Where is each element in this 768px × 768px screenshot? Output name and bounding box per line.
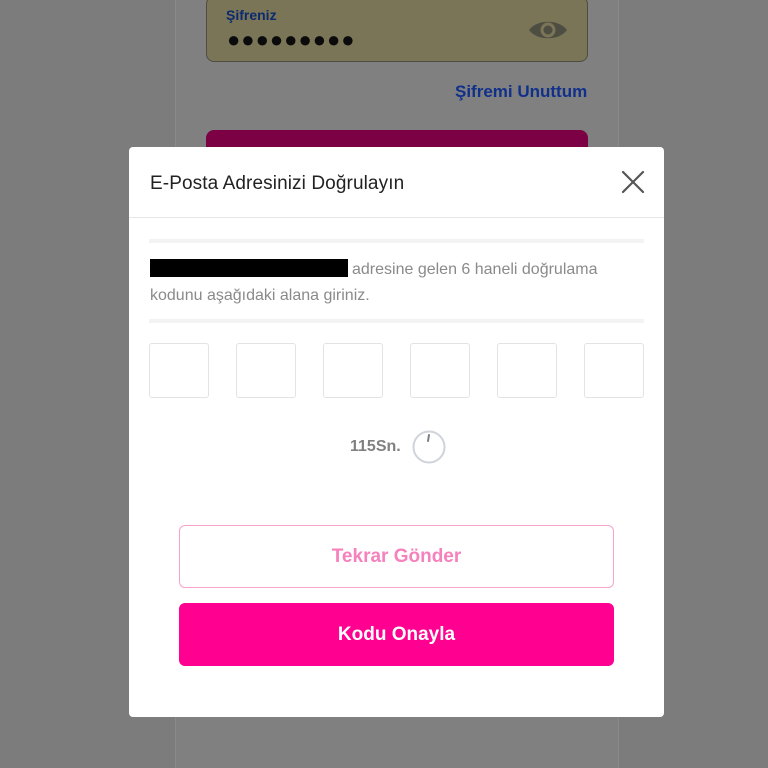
otp-digit-1[interactable] bbox=[149, 343, 209, 398]
timer-text: 115Sn. bbox=[350, 438, 401, 455]
close-icon[interactable] bbox=[620, 169, 646, 195]
modal-title: E-Posta Adresinizi Doğrulayın bbox=[150, 173, 405, 194]
otp-digit-2[interactable] bbox=[236, 343, 296, 398]
resend-button[interactable]: Tekrar Gönder bbox=[179, 525, 614, 588]
forgot-password-link[interactable]: Şifremi Unuttum bbox=[455, 82, 587, 102]
otp-digit-5[interactable] bbox=[497, 343, 557, 398]
modal-header: E-Posta Adresinizi Doğrulayın bbox=[129, 147, 664, 218]
redacted-email bbox=[150, 259, 348, 277]
email-verification-modal: E-Posta Adresinizi Doğrulayın adresine g… bbox=[129, 147, 664, 717]
timer-icon bbox=[412, 430, 446, 464]
countdown-timer: 115Sn. bbox=[350, 429, 446, 465]
eye-icon[interactable] bbox=[527, 15, 569, 45]
password-label: Şifreniz bbox=[226, 7, 277, 23]
otp-digit-6[interactable] bbox=[584, 343, 644, 398]
divider-bottom bbox=[149, 319, 644, 323]
password-input[interactable]: ●●●●●●●●● bbox=[227, 27, 356, 53]
confirm-code-button[interactable]: Kodu Onayla bbox=[179, 603, 614, 666]
otp-digit-4[interactable] bbox=[410, 343, 470, 398]
password-field[interactable]: Şifreniz ●●●●●●●●● bbox=[206, 0, 588, 62]
verification-message: adresine gelen 6 haneli doğrulama kodunu… bbox=[150, 257, 640, 309]
divider-top bbox=[149, 239, 644, 243]
otp-input-group bbox=[149, 343, 644, 399]
otp-digit-3[interactable] bbox=[323, 343, 383, 398]
